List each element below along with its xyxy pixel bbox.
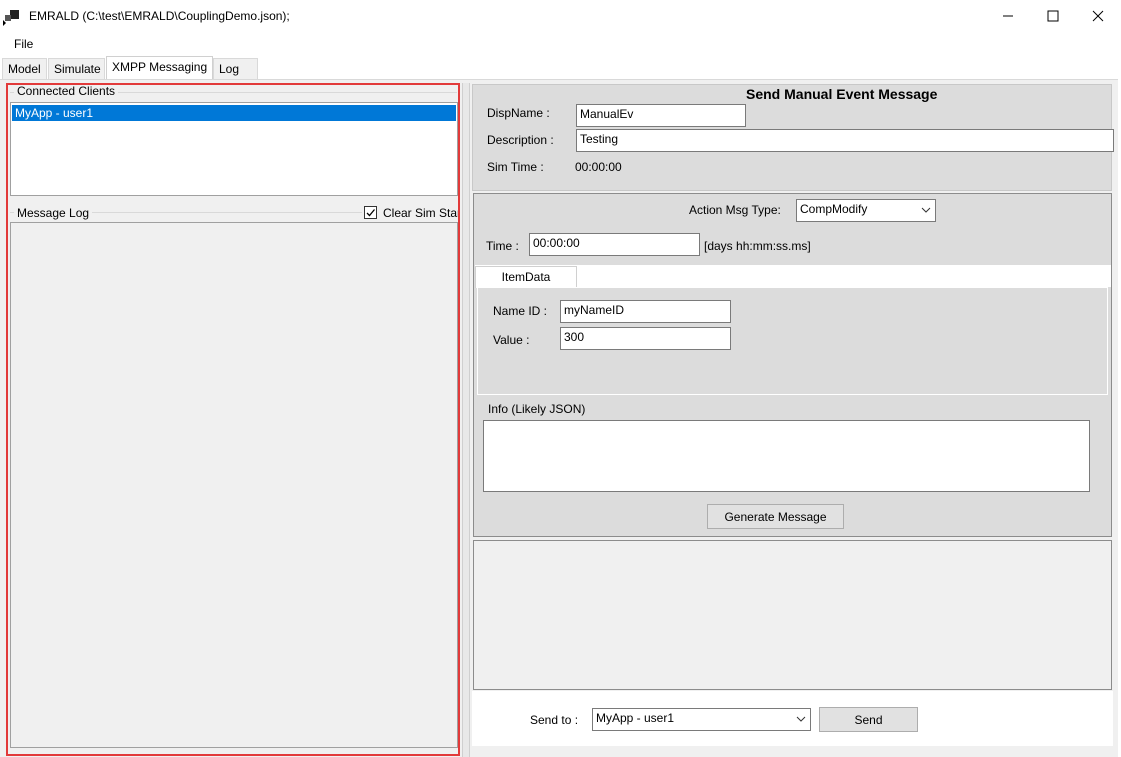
close-icon: [1092, 10, 1104, 22]
send-manual-event-header: Send Manual Event Message: [746, 86, 938, 102]
send-to-dropdown[interactable]: MyApp - user1: [592, 708, 811, 731]
action-msg-type-dropdown[interactable]: CompModify: [796, 199, 936, 222]
send-button[interactable]: Send: [819, 707, 918, 732]
description-label: Description :: [487, 133, 554, 147]
send-to-value: MyApp - user1: [596, 711, 675, 725]
dispname-input[interactable]: ManualEv: [576, 104, 746, 127]
app-icon: [3, 10, 19, 26]
value-label: Value :: [493, 333, 530, 347]
chevron-down-icon: [796, 716, 806, 722]
chevron-down-icon: [921, 207, 931, 213]
time-label: Time :: [486, 239, 519, 253]
info-label: Info (Likely JSON): [488, 402, 586, 416]
title-bar: EMRALD (C:\test\EMRALD\CouplingDemo.json…: [0, 0, 1121, 32]
info-json-textarea[interactable]: [483, 420, 1090, 492]
tab-model[interactable]: Model: [2, 58, 47, 79]
description-input[interactable]: Testing: [576, 129, 1114, 152]
value-input[interactable]: 300: [560, 327, 731, 350]
tab-strip: Model Simulate XMPP Messaging Log: [0, 56, 1121, 80]
highlight-box: [6, 83, 460, 756]
minimize-button[interactable]: [985, 0, 1031, 32]
time-format-hint: [days hh:mm:ss.ms]: [704, 239, 811, 253]
tab-simulate[interactable]: Simulate: [48, 58, 105, 79]
window-title: EMRALD (C:\test\EMRALD\CouplingDemo.json…: [29, 9, 290, 23]
menu-file[interactable]: File: [14, 37, 33, 51]
message-output-area[interactable]: [473, 540, 1112, 690]
sim-time-label: Sim Time :: [487, 160, 544, 174]
action-msg-type-value: CompModify: [800, 202, 868, 216]
maximize-icon: [1047, 10, 1059, 22]
name-id-label: Name ID :: [493, 304, 548, 318]
close-button[interactable]: [1075, 0, 1121, 32]
dispname-label: DispName :: [487, 106, 550, 120]
splitter[interactable]: [462, 83, 470, 757]
send-to-label: Send to :: [530, 713, 579, 727]
action-msg-type-label: Action Msg Type:: [689, 203, 781, 217]
time-input[interactable]: 00:00:00: [529, 233, 700, 256]
tab-xmpp-messaging[interactable]: XMPP Messaging: [106, 56, 213, 80]
maximize-button[interactable]: [1030, 0, 1076, 32]
name-id-input[interactable]: myNameID: [560, 300, 731, 323]
minimize-icon: [1003, 15, 1013, 17]
sim-time-value: 00:00:00: [575, 160, 622, 174]
tab-itemdata[interactable]: ItemData: [475, 266, 577, 288]
tab-log[interactable]: Log: [213, 58, 258, 79]
menu-bar: File: [0, 33, 1121, 55]
generate-message-button[interactable]: Generate Message: [707, 504, 844, 529]
